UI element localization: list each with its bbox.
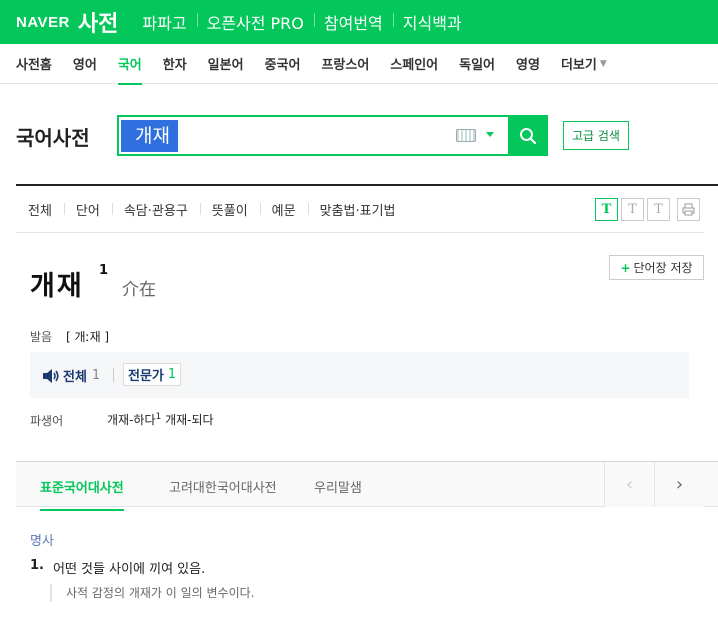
lang-tab-home[interactable]: 사전홈 — [16, 44, 52, 84]
lang-tab-japanese[interactable]: 일본어 — [208, 44, 244, 84]
keyboard-icon[interactable] — [456, 129, 476, 142]
derivative-label: 파생어 — [30, 414, 64, 428]
filter-tab-word[interactable]: 단어 — [63, 200, 112, 219]
language-nav: 사전홈 영어 국어 한자 일본어 중국어 프랑스어 스페인어 독일어 영영 더보… — [0, 44, 718, 85]
audio-panel: 전체 1 전문가 1 — [30, 352, 689, 398]
top-bar: NAVER 사전 파파고 오픈사전 PRO 참여번역 지식백과 — [0, 0, 718, 44]
hanja-origin[interactable]: 介在 — [122, 275, 156, 300]
naver-logo[interactable]: NAVER — [16, 14, 70, 31]
lang-tab-english[interactable]: 영어 — [73, 44, 97, 84]
advanced-search-button[interactable]: 고급 검색 — [563, 121, 629, 150]
audio-all-button[interactable]: 전체 1 — [42, 366, 100, 385]
filter-tab-all[interactable]: 전체 — [16, 200, 64, 219]
lang-tab-german[interactable]: 독일어 — [459, 44, 495, 84]
audio-expert-label: 전문가 — [128, 369, 164, 384]
font-style-3-button[interactable]: T — [647, 198, 670, 221]
audio-expert-button[interactable]: 전문가 1 — [123, 363, 182, 386]
search-icon — [520, 127, 537, 144]
divider — [16, 184, 718, 186]
print-icon — [682, 203, 695, 216]
lang-tab-more[interactable]: 더보기 ▼ — [561, 44, 607, 84]
divider — [16, 232, 704, 233]
audio-expert-count: 1 — [167, 367, 177, 382]
derivative-link[interactable]: 개재-하다 — [107, 413, 156, 427]
lang-tab-spanish[interactable]: 스페인어 — [390, 44, 438, 84]
nav-encyclopedia[interactable]: 지식백과 — [392, 10, 472, 34]
keyboard-dropdown-icon[interactable] — [486, 132, 494, 137]
separator — [113, 368, 114, 382]
wordbook-label: 단어장 저장 — [633, 261, 693, 275]
chevron-down-icon: ▼ — [599, 58, 607, 69]
lang-tab-french[interactable]: 프랑스어 — [321, 44, 369, 84]
lang-tab-korean[interactable]: 국어 — [117, 44, 142, 85]
headword: 개재 — [30, 271, 84, 302]
source-tab-standard[interactable]: 표준국어대사전 — [40, 477, 124, 511]
source-tab-urimalsaem[interactable]: 우리말샘 — [314, 477, 362, 496]
pronunciation-label: 발음 — [30, 330, 53, 344]
homonym-number: 1 — [99, 263, 109, 278]
next-source-button[interactable]: › — [654, 462, 704, 507]
font-style-2-button[interactable]: T — [621, 198, 644, 221]
filter-tab-meaning[interactable]: 뜻풀이 — [199, 200, 260, 219]
dictionary-brand[interactable]: 사전 — [78, 6, 118, 38]
source-tab-korea-univ[interactable]: 고려대한국어대사전 — [169, 477, 277, 496]
save-to-wordbook-button[interactable]: + 단어장 저장 — [609, 255, 704, 280]
search-button[interactable] — [508, 115, 548, 156]
plus-icon: + — [620, 260, 631, 275]
source-tabs: 표준국어대사전 고려대한국어대사전 우리말샘 ‹ › — [16, 461, 718, 511]
definition-text: 어떤 것들 사이에 끼여 있음. — [53, 562, 206, 577]
dictionary-title: 국어사전 — [16, 126, 90, 150]
lang-tab-chinese[interactable]: 중국어 — [265, 44, 301, 84]
prev-source-button[interactable]: ‹ — [604, 462, 654, 507]
lang-tab-hanja[interactable]: 한자 — [163, 44, 187, 84]
font-size-controls: T T T — [595, 198, 703, 221]
derivative-homonym-number: 1 — [155, 412, 162, 422]
more-label: 더보기 — [560, 58, 597, 73]
top-nav: 파파고 오픈사전 PRO 참여번역 지식백과 — [132, 10, 471, 34]
selection-highlight — [121, 120, 178, 152]
search-box: 개재 — [117, 115, 548, 156]
nav-open-dictionary-pro[interactable]: 오픈사전 PRO — [196, 10, 314, 34]
speaker-icon — [43, 368, 59, 383]
nav-translation[interactable]: 참여번역 — [313, 10, 393, 34]
font-style-1-button[interactable]: T — [595, 198, 618, 221]
chevron-right-icon: › — [675, 474, 684, 495]
audio-all-count: 1 — [91, 368, 101, 383]
filter-tab-idiom[interactable]: 속담·관용구 — [111, 200, 200, 219]
audio-all-label: 전체 — [63, 370, 87, 385]
filter-tab-example[interactable]: 예문 — [259, 200, 308, 219]
filter-tabs: 전체 단어 속담·관용구 뜻풀이 예문 맞춤법·표기법 — [16, 196, 408, 222]
filter-tab-spelling[interactable]: 맞춤법·표기법 — [307, 200, 408, 219]
part-of-speech: 명사 — [30, 534, 54, 549]
example-sentence: 사적 감정의 개재가 이 일의 변수이다. — [50, 584, 255, 602]
pronunciation-value: [ 개ː재 ] — [66, 330, 110, 344]
chevron-left-icon: ‹ — [625, 474, 634, 495]
definition-number: 1. — [30, 558, 44, 573]
print-button[interactable] — [677, 198, 700, 221]
derivative-link[interactable]: 개재-되다 — [165, 413, 214, 427]
derivative-list: 개재-하다1 개재-되다 — [107, 411, 214, 428]
lang-tab-english-english[interactable]: 영영 — [516, 44, 540, 84]
nav-papago[interactable]: 파파고 — [132, 10, 196, 34]
